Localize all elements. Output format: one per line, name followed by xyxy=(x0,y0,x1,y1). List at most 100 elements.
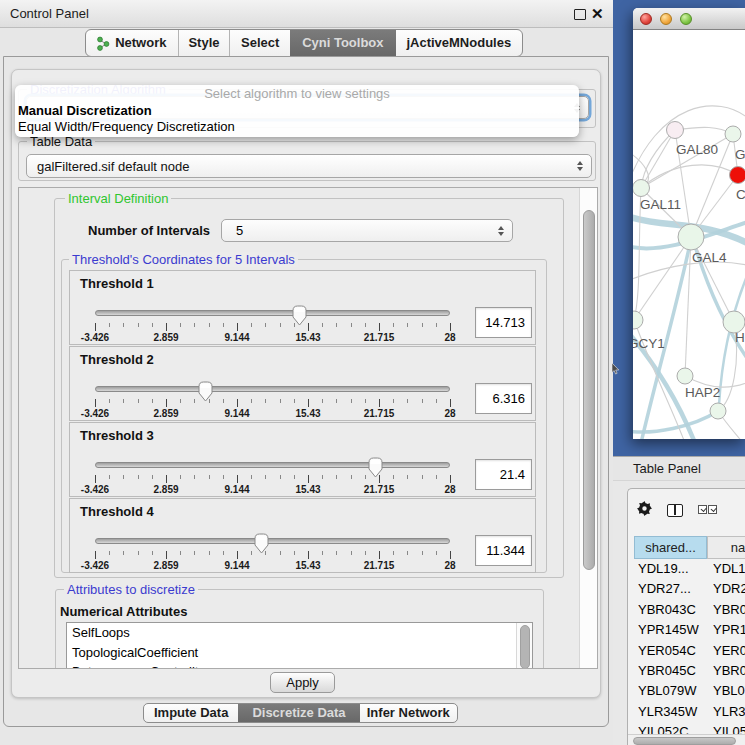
table-row[interactable]: YBR045CYBR045C xyxy=(634,661,745,681)
network-node[interactable] xyxy=(677,368,693,384)
zoom-traffic-light-icon[interactable] xyxy=(680,13,692,25)
slider-track[interactable] xyxy=(95,462,450,468)
slider-tick-label: 9.144 xyxy=(215,484,259,495)
threshold-value-field[interactable]: 14.713 xyxy=(475,307,532,338)
control-panel-titlebar: Control Panel ✕ xyxy=(0,0,613,28)
table-row[interactable]: YBR043CYBR043C xyxy=(634,600,745,620)
slider-tick xyxy=(138,475,139,479)
slider-tick xyxy=(308,399,309,407)
slider-tick xyxy=(251,323,252,327)
network-node[interactable] xyxy=(730,167,745,184)
gear-icon[interactable] xyxy=(637,501,652,520)
attribute-list-item[interactable]: BetweennessCentrality xyxy=(67,662,532,669)
threshold-panel: Threshold 1-3.4262.8599.14415.4321.71528… xyxy=(69,270,536,345)
slider-tick xyxy=(379,323,380,331)
table-row[interactable]: YDR27...YDR27... xyxy=(634,579,745,599)
combobox-arrows-icon xyxy=(577,161,583,171)
table-data-combobox[interactable]: galFiltered.sif default node xyxy=(26,154,592,178)
slider-tick-label: 21.715 xyxy=(357,408,401,419)
numerical-attributes-list[interactable]: SelfLoopsTopologicalCoefficientBetweenne… xyxy=(66,622,533,669)
table-row[interactable]: YBL079WYBL079W xyxy=(634,681,745,701)
slider-tick-label: -3.426 xyxy=(73,560,117,571)
slider-thumb[interactable] xyxy=(254,533,269,554)
slider-track[interactable] xyxy=(95,310,450,316)
tab-discretize-data[interactable]: Discretize Data xyxy=(238,704,359,722)
tab-impute-data[interactable]: Impute Data xyxy=(144,704,238,722)
column-header-1[interactable]: shared... xyxy=(634,536,707,559)
threshold-value-field[interactable]: 11.344 xyxy=(475,535,532,566)
table-data-combobox-value: galFiltered.sif default node xyxy=(37,155,189,178)
slider-tick xyxy=(322,323,323,327)
slider-tick xyxy=(308,551,309,559)
checkbox-icon xyxy=(708,505,717,514)
slider-tick-label: -3.426 xyxy=(73,332,117,343)
settings-vertical-scrollbar[interactable] xyxy=(579,188,598,668)
mouse-cursor xyxy=(611,363,620,376)
tab-jactivemnodules[interactable]: jActiveMNodules xyxy=(396,30,522,56)
slider-track[interactable] xyxy=(95,386,450,392)
tab-network[interactable]: Network xyxy=(86,30,178,56)
network-node[interactable] xyxy=(633,180,650,197)
tab-label: Select xyxy=(241,30,279,56)
float-window-icon[interactable] xyxy=(574,9,586,20)
slider-tick xyxy=(95,399,96,407)
apply-button[interactable]: Apply xyxy=(270,672,335,693)
table-row[interactable]: YDL19...YDL19... xyxy=(634,559,745,579)
minimize-traffic-light-icon[interactable] xyxy=(660,13,672,25)
select-columns-icon[interactable] xyxy=(698,505,717,514)
tab-style[interactable]: Style xyxy=(178,30,230,56)
control-panel-window: Control Panel ✕ NetworkStyle Select Cyni T… xyxy=(0,0,613,745)
close-traffic-light-icon[interactable] xyxy=(640,13,652,25)
attribute-list-item[interactable]: SelfLoops xyxy=(67,623,532,643)
window-title: Control Panel xyxy=(10,0,89,27)
table-row[interactable]: YPR145WYPR145W xyxy=(634,620,745,640)
popup-item[interactable]: Equal Width/Frequency Discretization xyxy=(15,119,579,135)
attributes-list-scrollbar[interactable] xyxy=(516,623,532,669)
network-edge[interactable] xyxy=(641,165,738,188)
threshold-label: Threshold 3 xyxy=(80,428,154,443)
table-horizontal-scrollbar[interactable] xyxy=(628,734,745,745)
popup-item[interactable]: Manual Discretization xyxy=(15,103,579,119)
network-view-window[interactable]: GAL80GACGAL11GAL4GCY1HHAP2 xyxy=(633,8,745,439)
slider-track[interactable] xyxy=(95,538,450,544)
table-row[interactable]: YER054CYER054C xyxy=(634,641,745,661)
tab-cyni-toolbox[interactable]: Cyni Toolbox xyxy=(290,30,396,56)
tab-infer-network[interactable]: Infer Network xyxy=(360,704,457,722)
slider-tick xyxy=(180,551,181,555)
table-rows: YDL19...YDL19...YDR27...YDR27...YBR043CY… xyxy=(634,559,745,743)
network-node[interactable] xyxy=(710,403,726,419)
threshold-panel: Threshold 3-3.4262.8599.14415.4321.71528… xyxy=(69,422,536,497)
network-edge[interactable] xyxy=(641,130,675,188)
slider-tick xyxy=(180,475,181,479)
table-panel: shared...name YDL19...YDL19...YDR27...YD… xyxy=(627,488,745,745)
table-cell: YDL19... xyxy=(713,559,745,579)
network-node[interactable] xyxy=(667,122,684,139)
close-icon[interactable]: ✕ xyxy=(591,0,604,27)
slider-tick xyxy=(436,475,437,479)
tab-label: Cyni Toolbox xyxy=(302,30,383,56)
table-panel-titlebar: Table Panel xyxy=(613,456,745,481)
slider-tick xyxy=(123,551,124,555)
scrollbar-thumb[interactable] xyxy=(633,737,736,745)
bottom-tab-bar: Impute DataDiscretize DataInfer Network xyxy=(143,703,458,723)
slider-tick xyxy=(422,399,423,403)
tab-select[interactable]: Select xyxy=(229,30,290,56)
network-node[interactable] xyxy=(633,311,643,329)
threshold-value-field[interactable]: 21.4 xyxy=(475,459,532,490)
slider-thumb[interactable] xyxy=(368,457,383,478)
number-of-intervals-spinner[interactable]: 5 xyxy=(221,219,513,242)
slider-thumb[interactable] xyxy=(198,381,213,402)
attribute-list-item[interactable]: TopologicalCoefficient xyxy=(67,643,532,663)
network-graph[interactable]: GAL80GACGAL11GAL4GCY1HHAP2 xyxy=(633,31,745,439)
network-node[interactable] xyxy=(725,126,741,142)
table-row[interactable]: YLR345WYLR345W xyxy=(634,702,745,722)
columns-icon[interactable] xyxy=(667,504,683,517)
column-header-2[interactable]: name xyxy=(707,536,745,559)
slider-thumb[interactable] xyxy=(292,305,307,326)
scrollbar-thumb[interactable] xyxy=(520,625,530,669)
scrollbar-thumb[interactable] xyxy=(583,210,595,570)
threshold-value-field[interactable]: 6.316 xyxy=(475,383,532,414)
slider-tick-label: 15.43 xyxy=(286,484,330,495)
network-node[interactable] xyxy=(678,224,704,250)
slider-tick xyxy=(280,475,281,479)
